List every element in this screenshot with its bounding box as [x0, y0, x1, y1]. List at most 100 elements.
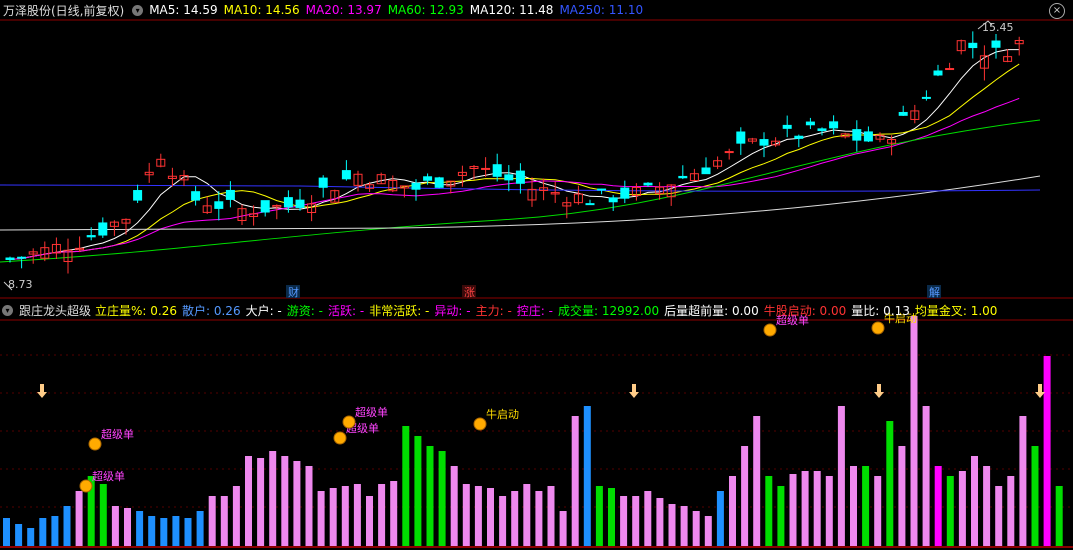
event-marker-unlock[interactable]: 解 [929, 285, 940, 299]
indicator-settings-icon[interactable]: ▾ [2, 304, 13, 316]
indicator-bar [595, 486, 603, 546]
indicator-item: 异动: - [434, 303, 471, 318]
candle-body [921, 96, 931, 99]
candle-body [434, 177, 444, 188]
indicator-bar [390, 481, 398, 546]
indicator-bar [995, 486, 1003, 546]
candle-body [341, 170, 351, 180]
indicator-bar [111, 506, 119, 546]
indicator-bar [511, 491, 519, 546]
indicator-bar [414, 436, 422, 546]
candle-body [933, 70, 943, 76]
indicator-item: 游资: - [286, 303, 323, 318]
close-icon[interactable]: × [1049, 3, 1065, 19]
indicator-bar [15, 524, 23, 546]
indicator-bar [63, 506, 71, 546]
indicator-bar [39, 518, 47, 546]
indicator-bar [971, 456, 978, 546]
indicator-bar [656, 498, 664, 546]
indicator-bar [3, 518, 10, 546]
indicator-bar [402, 426, 410, 546]
candle-body [133, 190, 143, 201]
candle-body [991, 40, 1001, 48]
indicator-item: 均量金叉: 1.00 [914, 303, 998, 318]
candle-body [423, 176, 433, 181]
settings-circle-icon[interactable]: ▾ [132, 4, 144, 16]
indicator-bar [668, 504, 676, 546]
indicator-item: 活跃: - [327, 303, 365, 318]
candle-body [504, 174, 514, 181]
indicator-bar [51, 516, 59, 546]
ma120-label: MA120: 11.48 [469, 3, 554, 17]
indicator-bar [426, 446, 434, 546]
annotation-badge-icon [871, 321, 885, 335]
indicator-bar [269, 451, 277, 546]
indicator-bar [620, 496, 628, 546]
candle-body [191, 191, 201, 201]
indicator-item: 控庄: - [516, 303, 553, 318]
indicator-item: 量比: 0.13 [851, 303, 910, 318]
indicator-bar [777, 486, 785, 546]
indicator-bar [886, 421, 894, 546]
indicator-bar [317, 491, 325, 546]
candle-body [318, 177, 328, 188]
candle-body [817, 128, 827, 132]
indicator-header: ▾ 跟庄龙头超级 立庄量%: 0.26 散户: 0.26 大户: - 游资: - 活跃:… [0, 300, 1008, 320]
indicator-bar [208, 496, 216, 546]
indicator-item: 非常活跃: - [369, 303, 430, 318]
ma10-label: MA10: 14.56 [223, 3, 300, 17]
indicator-bar [172, 516, 180, 546]
candle-body [863, 131, 873, 142]
indicator-bar [523, 484, 531, 546]
indicator-bar [632, 496, 640, 546]
candle-body [782, 124, 792, 129]
ma20-label: MA20: 13.97 [305, 3, 382, 17]
candle-body [260, 200, 270, 213]
indicator-bar [571, 416, 579, 546]
event-marker-rise[interactable]: 涨 [464, 286, 475, 299]
indicator-item: 后量超前量: 0.00 [664, 303, 759, 318]
indicator-item: 大户: - [245, 303, 282, 318]
indicator-bar [499, 496, 507, 546]
indicator-bar [559, 511, 567, 546]
candle-body [585, 203, 595, 206]
indicator-bar [232, 486, 240, 546]
candle-body [945, 68, 955, 71]
indicator-item: 成交量: 12992.00 [558, 303, 660, 318]
indicator-bar [958, 471, 966, 546]
event-marker-finance[interactable]: 财 [288, 285, 299, 299]
indicator-bar [99, 484, 107, 546]
indicator-bar [547, 486, 555, 546]
candle-body [214, 201, 224, 209]
indicator-bar [184, 518, 192, 546]
candle-body [678, 175, 688, 179]
indicator-name[interactable]: 跟庄龙头超级 [19, 302, 91, 319]
indicator-bar [353, 484, 361, 546]
indicator-bar [1043, 356, 1051, 546]
indicator-bar [75, 491, 83, 546]
indicator-item: 散户: 0.26 [182, 303, 241, 318]
indicator-values: 立庄量%: 0.26 散户: 0.26 大户: - 游资: - 活跃: - 非常活跃: -… [95, 302, 1002, 319]
indicator-bar [124, 508, 131, 546]
stock-title[interactable]: 万泽股份(日线,前复权) [3, 2, 124, 19]
annotation-badge-icon [473, 417, 487, 431]
annotation-badge-icon [79, 479, 93, 493]
indicator-bar [910, 316, 918, 546]
candle-body [608, 197, 618, 203]
indicator-bar [160, 518, 168, 546]
indicator-bar [922, 406, 930, 546]
candle-body [597, 188, 607, 191]
indicator-bar [196, 511, 204, 546]
indicator-bar [934, 466, 942, 546]
candle-body [295, 199, 305, 208]
indicator-bar [644, 491, 652, 546]
indicator-bar [366, 496, 373, 546]
indicator-bar [765, 476, 773, 546]
candle-body [759, 139, 769, 146]
indicator-bar [753, 416, 761, 546]
indicator-bar [220, 496, 228, 546]
indicator-bar [583, 406, 591, 546]
indicator-bar [378, 484, 386, 546]
indicator-bar [825, 476, 833, 546]
indicator-bar [741, 446, 749, 546]
